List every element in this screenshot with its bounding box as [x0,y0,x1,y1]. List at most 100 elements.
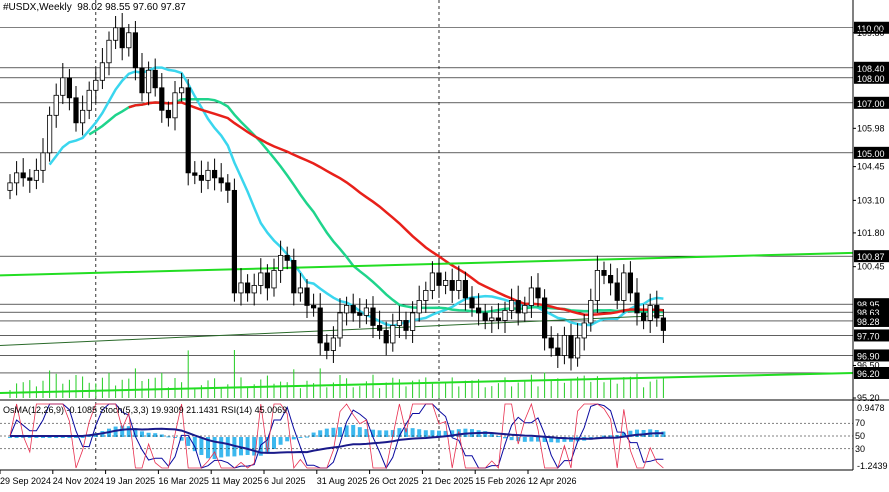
osma-bar [278,437,283,445]
candle-body [588,300,594,324]
candle-body [80,109,86,124]
candle-body [126,32,132,49]
y-tick-label: 95.20 [857,393,880,403]
candle-body [178,87,185,94]
candle-body [647,305,653,321]
candle-body [627,272,634,294]
osma-bar [357,427,362,437]
candle-body [442,280,449,286]
candle-body [304,287,310,306]
trend-line-base [0,371,854,394]
candle-body [251,285,257,294]
osma-bar [410,428,415,437]
candle-body [528,287,535,306]
osma-bar [166,436,171,438]
candle-body [264,272,271,289]
candle-body [47,114,53,154]
candle-body [363,307,370,316]
osma-bar [351,424,356,437]
osma-bar [509,437,514,441]
price-chart[interactable]: 110.00108.40108.00107.00105.00100.8798.9… [0,0,889,492]
candle-body [113,27,119,41]
candle-body [60,77,66,96]
price-level-label: 108.00 [857,74,885,84]
y-tick-label: 105.98 [857,123,885,133]
candle-body [357,312,363,316]
x-tick-label: 29 Sep 2024 [0,476,51,486]
x-tick-label: 15 Feb 2026 [475,476,526,486]
osma-bar [146,432,151,437]
osma-bar [60,437,65,438]
candle-body [238,282,244,294]
candle-body [106,39,112,64]
candle-body [40,152,46,171]
candle-body [66,77,72,99]
x-tick-label: 12 Apr 2026 [528,476,577,486]
y-tick-label: 109.80 [857,28,885,38]
candle-body [198,174,204,181]
indicator-lines [0,66,854,394]
candle-body [535,287,541,299]
candle-body [53,94,59,116]
candle-body [416,300,422,314]
time-axis: 29 Sep 2024 24 Nov 2024 19 Jan 2025 16 Mar … [0,470,577,486]
osma-bar [529,437,534,442]
candle-body [330,337,337,351]
candle-body [456,280,462,291]
candle-body [660,317,667,331]
candle-body [20,172,26,179]
candle-body [508,300,515,311]
candle-body [277,255,284,271]
osma-bar [67,437,72,438]
osma-bar [173,437,177,438]
candle-body [621,272,627,301]
price-level-label: 107.00 [857,99,885,109]
candle-body [403,320,409,331]
ema-slow-line [128,101,664,317]
candle-body [172,92,178,119]
candle-body [436,272,442,286]
candle-body [475,307,482,314]
candle-body [244,282,251,294]
candle-body [469,297,475,309]
osma-bar [291,437,296,440]
osma-bar [522,437,527,442]
x-tick-label: 11 May 2025 [211,476,262,486]
candle-body [119,27,125,49]
osc-level-label: 50 [855,431,865,441]
candle-body [284,255,290,261]
osma-scale-label: 0.9478 [857,403,885,413]
candle-body [225,182,231,191]
candle-body [86,89,92,111]
candle-body [594,270,601,301]
candle-body [218,177,224,184]
candle-body [555,347,561,356]
y-tick-label: 100.45 [857,262,885,272]
candle-body [542,297,548,339]
candle-body [271,270,277,289]
osma-bar [14,437,19,438]
osc-level-label: 70 [855,418,865,428]
osc-level-label: 30 [855,444,865,454]
osma-bar [285,437,290,442]
candle-body [350,305,356,314]
x-tick-label: 16 Mar 2025 [158,476,209,486]
osma-bar [74,437,78,438]
candle-body [601,270,607,276]
candle-body [396,320,403,326]
osma-bar [305,436,309,438]
x-tick-label: 31 Aug 2025 [317,476,368,486]
candle-body [449,280,455,291]
osma-bar [54,437,59,438]
candle-body [205,169,211,181]
candle-body [231,189,237,294]
candle-body [548,337,554,349]
osma-bar [225,437,230,457]
candle-body [73,97,79,124]
candle-body [614,282,620,301]
osma-bar [80,437,85,438]
indicator-header: OsMA(12,26,9) -0.1085 Stoch(5,3,3) 19.93… [3,405,288,415]
osma-bar [21,437,26,438]
x-tick-label: 26 Oct 2025 [370,476,419,486]
y-tick-label: 103.10 [857,195,885,205]
